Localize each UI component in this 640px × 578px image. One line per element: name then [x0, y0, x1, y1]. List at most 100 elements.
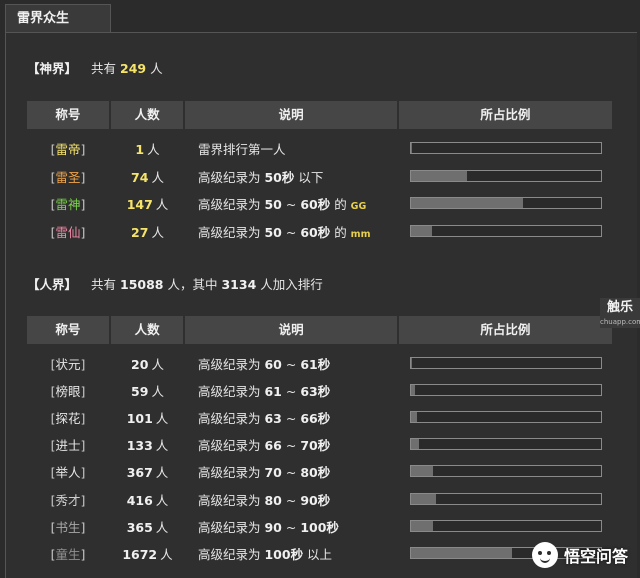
- desc-mid: ~: [281, 384, 301, 400]
- player-count: 59 人: [111, 378, 184, 405]
- desc-value-1: 60: [264, 357, 282, 372]
- table-row: [进士] 133 人高级纪录为 66 ~ 70秒: [27, 432, 612, 459]
- desc-mid: ~: [281, 492, 301, 508]
- desc-mid: ~: [281, 411, 301, 427]
- ren-summary: 【人界】 共有 15088 人，其中 3134 人加入排行: [27, 274, 323, 293]
- chuapp-url: chuapp.com: [600, 318, 640, 326]
- desc-value-1: 70: [264, 465, 282, 481]
- player-count-unit: 人: [155, 519, 169, 535]
- table-row: [状元] 20 人高级纪录为 60 ~ 61秒: [27, 351, 612, 378]
- player-count-value: 1672: [122, 546, 158, 562]
- desc-mid: ~: [281, 438, 301, 454]
- player-count-value: 74: [131, 169, 149, 185]
- desc-mid: 以上: [303, 546, 333, 562]
- col-header-desc: 说明: [185, 101, 397, 129]
- rank-description: 高级纪录为 50秒 以下: [198, 164, 398, 191]
- desc-mid: ~: [281, 465, 301, 481]
- player-count: 147 人: [111, 191, 184, 218]
- col-header-title: 称号: [27, 101, 109, 129]
- rank-title-text: 秀才: [55, 492, 81, 508]
- rank-title: [雷神]: [27, 191, 109, 218]
- col-header-ratio: 所占比例: [398, 101, 612, 129]
- player-count: 1人: [111, 136, 184, 163]
- player-count: 1672 人: [111, 541, 184, 568]
- shen-suffix: 人: [150, 61, 163, 76]
- player-count-value: 59: [131, 384, 149, 400]
- rank-title: [雷帝]: [27, 136, 109, 163]
- player-count-unit: 人: [147, 142, 160, 157]
- rank-title-text: 雷神: [55, 197, 81, 212]
- rank-description: 高级纪录为 90 ~ 100秒: [198, 514, 398, 541]
- col-header-desc: 说明: [185, 316, 397, 344]
- desc-value-1: 50秒: [264, 169, 295, 185]
- desc-mid: ~: [281, 224, 301, 240]
- table-row: [雷神] 147 人高级纪录为 50 ~ 60秒 的 GG: [27, 191, 612, 218]
- rank-description: 高级纪录为 61 ~ 63秒: [198, 378, 398, 405]
- player-count: 416 人: [111, 487, 184, 514]
- ratio-bar-fill: [411, 170, 468, 181]
- player-count: 133 人: [111, 432, 184, 459]
- desc-mid: ~: [281, 519, 301, 535]
- page: 雷界众生 【神界】 共有 249 人 称号 人数 说明 所占比例 [雷帝] 1 人雷…: [0, 0, 640, 578]
- bracket-close: ]: [80, 142, 86, 157]
- ratio-bar-fill: [411, 358, 413, 368]
- ratio-bar-fill: [411, 520, 434, 531]
- desc-prefix: 高级纪录为: [198, 411, 265, 427]
- rank-description: 高级纪录为 70 ~ 80秒: [198, 459, 398, 486]
- player-count-value: 365: [126, 519, 153, 535]
- bracket-close: ]: [80, 169, 86, 185]
- desc-mid: 以下: [294, 169, 324, 185]
- desc-value-2: 63秒: [300, 384, 331, 400]
- desc-prefix: 高级纪录为: [198, 197, 265, 212]
- player-count: 20 人: [111, 351, 184, 378]
- player-count-value: 147: [126, 197, 153, 212]
- col-header-title: 称号: [27, 316, 109, 344]
- rank-title: [进士]: [27, 432, 109, 459]
- tab-leijie-zhongsheng[interactable]: 雷界众生: [5, 4, 111, 33]
- ren-total: 15088: [120, 277, 164, 292]
- desc-value-2: 100秒: [300, 519, 339, 535]
- desc-value-1: 100秒: [264, 546, 304, 562]
- col-header-count: 人数: [110, 316, 184, 344]
- player-count-unit: 人: [160, 546, 173, 562]
- ratio-bar: [410, 465, 602, 478]
- ratio-bar: [410, 411, 602, 424]
- bracket-close: ]: [80, 197, 86, 212]
- rank-description: 高级纪录为 60 ~ 61秒: [198, 351, 398, 378]
- shen-prefix: 共有: [91, 61, 117, 76]
- ratio-bar-fill: [411, 547, 513, 558]
- ratio-bar: [410, 519, 602, 532]
- ren-mid: 人，其中: [167, 277, 218, 292]
- desc-prefix: 高级纪录为: [198, 224, 265, 240]
- ratio-bar-fill: [411, 143, 412, 153]
- desc-mid: ~: [281, 357, 301, 372]
- player-count: 74 人: [111, 164, 184, 191]
- desc-prefix: 高级纪录为: [198, 465, 265, 481]
- player-count: 367 人: [111, 459, 184, 486]
- ratio-bar: [410, 357, 602, 369]
- rank-title: [状元]: [27, 351, 109, 378]
- table-row: [雷帝] 1 人雷界排行第一人: [27, 136, 612, 163]
- ren-table-header: 称号 人数 说明 所占比例: [27, 316, 612, 344]
- col-header-count: 人数: [110, 101, 184, 129]
- ratio-bar-fill: [411, 385, 415, 396]
- rank-title: [秀才]: [27, 487, 109, 514]
- desc-prefix: 高级纪录为: [198, 357, 265, 372]
- player-count-unit: 人: [155, 411, 169, 427]
- rank-title-text: 书生: [55, 519, 81, 535]
- player-count-value: 20: [131, 357, 149, 372]
- chuapp-watermark: 触乐 chuapp.com: [600, 298, 640, 328]
- ratio-bar-fill: [411, 439, 419, 450]
- ren-ranked: 3134: [221, 277, 257, 292]
- table-row: [榜眼] 59 人高级纪录为 61 ~ 63秒: [27, 378, 612, 405]
- player-count-unit: 人: [151, 169, 164, 185]
- desc-suffix: 的: [330, 224, 351, 240]
- desc-prefix: 高级纪录为: [198, 438, 265, 454]
- bracket-close: ]: [80, 465, 86, 481]
- desc-value-1: 80: [264, 492, 282, 508]
- rank-title: [雷圣]: [27, 164, 109, 191]
- player-count: 101 人: [111, 405, 184, 432]
- rank-description: 雷界排行第一人: [198, 136, 398, 163]
- bracket-close: ]: [80, 224, 86, 240]
- table-row: [秀才] 416 人高级纪录为 80 ~ 90秒: [27, 487, 612, 514]
